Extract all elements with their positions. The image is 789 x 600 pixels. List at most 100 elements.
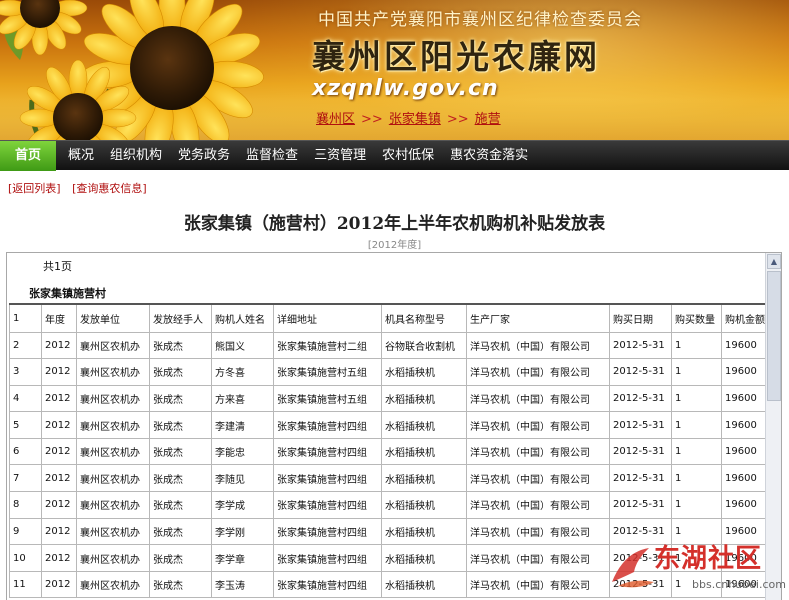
table-row: 3 2012 襄州区农机办 张成杰 方冬喜 张家集镇施营村五组 水稻插秧机 洋马农机（中国）有… [9,358,766,386]
table-cell: 襄州区农机办 [76,358,150,386]
table-cell: 襄州区农机办 [76,384,150,413]
table-cell: 张成杰 [149,358,212,386]
table-cell: 2012 [41,384,77,413]
table-cell: 2012-5-31 [609,464,672,493]
breadcrumb: 襄州区 >> 张家集镇 >> 施营 [316,108,501,127]
table-cell: 2012-5-31 [609,384,672,413]
table-cell: 1 [671,491,722,519]
page-count: 共1页 [43,260,72,273]
breadcrumb-village-link[interactable]: 施营 [475,112,501,127]
table-cell: 2 [9,331,42,360]
table-cell: 2012-5-31 [609,331,672,360]
table-cell: 1 [671,411,722,439]
table-cell: 张成杰 [149,570,212,599]
table-cell: 1 [671,331,722,360]
table-cell: 水稻插秧机 [381,570,467,599]
table-cell: 水稻插秧机 [381,517,467,546]
table-cell: 19600 [721,437,766,466]
table-cell: 张家集镇施营村五组 [273,358,382,386]
table-cell: 洋马农机（中国）有限公司 [466,544,610,572]
table-cell: 李学成 [211,491,274,519]
nav-home[interactable]: 首页 [0,140,56,171]
table-cell: 2012 [41,544,77,572]
table-cell: 洋马农机（中国）有限公司 [466,411,610,439]
table-cell: 张成杰 [149,331,212,360]
table-cell: 洋马农机（中国）有限公司 [466,437,610,466]
table-cell: 3 [9,358,42,386]
table-cell: 襄州区农机办 [76,464,150,493]
nav-overview[interactable]: 概况 [60,141,102,171]
nav-farm-subsidy[interactable]: 惠农资金落实 [442,141,536,171]
scroll-thumb[interactable] [767,271,781,401]
table-cell: 洋马农机（中国）有限公司 [466,491,610,519]
back-to-list-link[interactable]: [返回列表] [8,182,61,195]
table-cell: 19600 [721,384,766,413]
table-cell: 方冬喜 [211,358,274,386]
group-name: 张家集镇施营村 [29,287,106,300]
table-cell: 谷物联合收割机 [381,331,467,360]
table-cell: 洋马农机（中国）有限公司 [466,464,610,493]
table-cell: 水稻插秧机 [381,384,467,413]
table-cell: 19600 [721,491,766,519]
table-header-cell: 详细地址 [273,303,382,333]
table-cell: 襄州区农机办 [76,331,150,360]
table-cell: 张家集镇施营村四组 [273,411,382,439]
table-cell: 2012 [41,464,77,493]
table-cell: 1 [671,437,722,466]
table-cell: 水稻插秧机 [381,491,467,519]
table-cell: 水稻插秧机 [381,437,467,466]
table-cell: 方来喜 [211,384,274,413]
breadcrumb-town-link[interactable]: 张家集镇 [389,112,441,127]
table-cell: 2012 [41,570,77,599]
table-cell: 张成杰 [149,544,212,572]
table-cell: 19600 [721,411,766,439]
table-cell: 襄州区农机办 [76,517,150,546]
table-cell: 襄州区农机办 [76,544,150,572]
table-row: 2 2012 襄州区农机办 张成杰 熊国义 张家集镇施营村二组 谷物联合收割机 洋马农机（中国… [9,331,766,360]
nav-rural-subsistence[interactable]: 农村低保 [374,141,442,171]
table-cell: 2012 [41,491,77,519]
table-cell: 2012-5-31 [609,437,672,466]
breadcrumb-separator: >> [361,112,383,127]
breadcrumb-district-link[interactable]: 襄州区 [316,112,355,127]
table-row: 6 2012 襄州区农机办 张成杰 李能忠 张家集镇施营村四组 水稻插秧机 洋马农机（中国）有… [9,437,766,466]
table-cell: 李随见 [211,464,274,493]
table-cell: 张成杰 [149,491,212,519]
query-subsidy-link[interactable]: [查询惠农信息] [72,182,147,195]
organization-name: 中国共产党襄阳市襄州区纪律检查委员会 [318,10,642,30]
table-cell: 2012 [41,517,77,546]
nav-supervision[interactable]: 监督检查 [238,141,306,171]
table-cell: 洋马农机（中国）有限公司 [466,570,610,599]
watermark: 东湖社区 bbs.cnhubei.com [604,538,789,600]
table-cell: 襄州区农机办 [76,411,150,439]
table-cell: 1 [671,384,722,413]
table-cell: 李学章 [211,544,274,572]
table-cell: 2012 [41,358,77,386]
table-cell: 襄州区农机办 [76,491,150,519]
table-header-cell: 购买数量 [671,303,722,333]
table-header-cell: 机具名称型号 [381,303,467,333]
table-cell: 张成杰 [149,411,212,439]
table-cell: 2012 [41,331,77,360]
table-cell: 张家集镇施营村四组 [273,544,382,572]
table-cell: 2012 [41,437,77,466]
nav-three-assets[interactable]: 三资管理 [306,141,374,171]
table-cell: 李能忠 [211,437,274,466]
table-cell: 7 [9,464,42,493]
nav-organization[interactable]: 组织机构 [102,141,170,171]
table-cell: 李玉涛 [211,570,274,599]
table-cell: 张家集镇施营村四组 [273,464,382,493]
table-cell: 5 [9,411,42,439]
sunflower-illustration [0,0,264,140]
table-cell: 19600 [721,358,766,386]
scroll-up-arrow-icon[interactable]: ▲ [767,254,781,269]
breadcrumb-separator: >> [446,112,469,127]
site-banner: 中国共产党襄阳市襄州区纪律检查委员会 襄州区阳光农廉网 xzqnlw.gov.c… [0,0,789,140]
table-cell: 11 [9,570,42,599]
table-cell: 洋马农机（中国）有限公司 [466,358,610,386]
table-header-cell: 发放经手人 [149,303,212,333]
nav-party-affairs[interactable]: 党务政务 [170,141,238,171]
table-header-cell: 购机金额 [721,303,766,333]
table-cell: 水稻插秧机 [381,464,467,493]
table-cell: 李建清 [211,411,274,439]
